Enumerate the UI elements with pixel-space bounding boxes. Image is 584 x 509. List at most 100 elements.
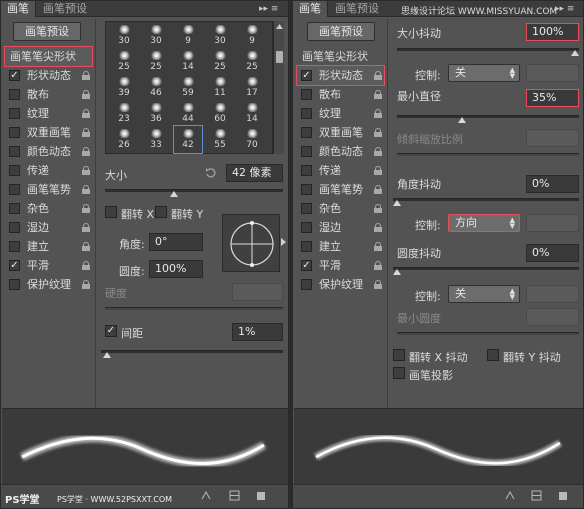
brush-tip-cell[interactable]: 60 (206, 100, 234, 127)
sidebar-item-3[interactable]: 纹理 (297, 104, 384, 123)
sidebar-item-10[interactable]: 建立 (5, 237, 92, 256)
brush-tip-cell[interactable]: 25 (110, 48, 138, 75)
sidebar-item-9[interactable]: 湿边 (297, 218, 384, 237)
option-checkbox[interactable] (301, 222, 312, 233)
angle-jitter-slider[interactable] (393, 198, 579, 206)
sidebar-item-7[interactable]: 画笔笔势 (5, 180, 92, 199)
sidebar-item-11[interactable]: ✓ 平滑 (297, 256, 384, 275)
reset-size-icon[interactable] (205, 167, 217, 179)
panel-menu-icon[interactable]: ▸▸ ≡ (259, 2, 278, 16)
grid-view-icon[interactable] (531, 490, 542, 501)
brush-tip-cell[interactable]: 9 (238, 22, 266, 49)
new-preset-icon[interactable] (557, 490, 568, 501)
option-checkbox[interactable] (9, 127, 20, 138)
sidebar-item-8[interactable]: 杂色 (5, 199, 92, 218)
sidebar-item-5[interactable]: 颜色动态 (297, 142, 384, 161)
lock-icon[interactable] (82, 261, 90, 270)
option-checkbox[interactable]: ✓ (301, 70, 312, 81)
option-checkbox[interactable] (301, 279, 312, 290)
sidebar-item-1[interactable]: ✓ 形状动态 (5, 66, 92, 85)
option-checkbox[interactable]: ✓ (9, 70, 20, 81)
flip-x-jitter-checkbox[interactable] (393, 349, 405, 361)
new-preset-icon[interactable] (255, 490, 266, 501)
sidebar-item-12[interactable]: 保护纹理 (297, 275, 384, 294)
roundness-field[interactable]: 100% (149, 260, 203, 278)
option-checkbox[interactable] (9, 184, 20, 195)
lock-icon[interactable] (82, 185, 90, 194)
control-select-3[interactable]: 关 ▲ ▼ (448, 285, 520, 303)
sidebar-item-7[interactable]: 画笔笔势 (297, 180, 384, 199)
sidebar-item-2[interactable]: 散布 (5, 85, 92, 104)
lock-icon[interactable] (374, 90, 382, 99)
control-select[interactable]: 关 ▲ ▼ (448, 64, 520, 82)
option-checkbox[interactable] (301, 203, 312, 214)
lock-icon[interactable] (82, 242, 90, 251)
flip-y-jitter-checkbox[interactable] (487, 349, 499, 361)
option-checkbox[interactable] (9, 279, 20, 290)
tab-brush-presets[interactable]: 画笔预设 (37, 1, 93, 17)
angle-dial-icon[interactable] (223, 215, 281, 273)
lock-icon[interactable] (82, 128, 90, 137)
brush-projection-checkbox[interactable] (393, 367, 405, 379)
brush-tip-cell[interactable]: 14 (174, 48, 202, 75)
brush-tip-cell[interactable]: 14 (238, 100, 266, 127)
spacing-slider[interactable] (101, 350, 283, 358)
lock-icon[interactable] (82, 90, 90, 99)
option-checkbox[interactable] (301, 165, 312, 176)
brush-presets-button[interactable]: 画笔预设 (13, 22, 81, 41)
brush-tip-cell[interactable]: 30 (206, 22, 234, 49)
brush-tip-cell[interactable]: 36 (142, 100, 170, 127)
option-checkbox[interactable] (9, 108, 20, 119)
sidebar-item-5[interactable]: 颜色动态 (5, 142, 92, 161)
option-checkbox[interactable]: ✓ (9, 260, 20, 271)
lock-icon[interactable] (82, 280, 90, 289)
lock-icon[interactable] (374, 185, 382, 194)
option-checkbox[interactable] (9, 89, 20, 100)
option-checkbox[interactable] (301, 127, 312, 138)
option-checkbox[interactable] (301, 108, 312, 119)
lock-icon[interactable] (374, 242, 382, 251)
brush-tip-cell[interactable]: 30 (110, 22, 138, 49)
brush-tip-cell[interactable]: 25 (142, 48, 170, 75)
sidebar-item-1[interactable]: ✓ 形状动态 (296, 65, 385, 86)
sidebar-item-10[interactable]: 建立 (297, 237, 384, 256)
lock-icon[interactable] (82, 147, 90, 156)
toggle-live-tip-icon[interactable] (505, 490, 516, 501)
brush-tip-cell[interactable]: 9 (174, 22, 202, 49)
lock-icon[interactable] (82, 71, 90, 80)
lock-icon[interactable] (374, 166, 382, 175)
lock-icon[interactable] (374, 223, 382, 232)
min-diameter-field[interactable]: 35% (526, 89, 579, 107)
flip-y-checkbox[interactable] (155, 206, 167, 218)
brush-tip-cell[interactable]: 25 (238, 48, 266, 75)
option-checkbox[interactable] (301, 241, 312, 252)
tab-brush-presets[interactable]: 画笔预设 (329, 1, 385, 17)
size-jitter-field[interactable]: 100% (526, 23, 579, 41)
brush-tip-cell[interactable]: 55 (206, 126, 234, 153)
grid-scrollbar[interactable] (273, 21, 284, 154)
brush-tip-cell[interactable]: 44 (174, 100, 202, 127)
spacing-field[interactable]: 1% (232, 323, 283, 341)
tab-brush[interactable]: 画笔 (293, 1, 328, 17)
sidebar-item-0[interactable]: 画笔笔尖形状 (297, 47, 384, 66)
panel-menu-icon[interactable]: ▸▸ ≡ (555, 2, 574, 16)
brush-tip-cell[interactable]: 70 (238, 126, 266, 153)
sidebar-item-4[interactable]: 双重画笔 (5, 123, 92, 142)
brush-tip-cell[interactable]: 33 (142, 126, 170, 153)
scrollbar-thumb[interactable] (276, 51, 283, 63)
slider-knob[interactable] (393, 269, 401, 275)
option-checkbox[interactable] (301, 184, 312, 195)
brush-tip-cell[interactable]: 42 (173, 125, 203, 154)
lock-icon[interactable] (374, 128, 382, 137)
sidebar-item-6[interactable]: 传递 (297, 161, 384, 180)
control-select-2[interactable]: 方向 ▲ ▼ (448, 214, 520, 232)
brush-tip-cell[interactable]: 17 (238, 74, 266, 101)
sidebar-item-8[interactable]: 杂色 (297, 199, 384, 218)
option-checkbox[interactable] (9, 146, 20, 157)
sidebar-item-3[interactable]: 纹理 (5, 104, 92, 123)
size-jitter-slider[interactable] (397, 48, 579, 56)
option-checkbox[interactable] (301, 89, 312, 100)
roundness-jitter-field[interactable]: 0% (526, 244, 579, 262)
sidebar-item-12[interactable]: 保护纹理 (5, 275, 92, 294)
brush-tip-cell[interactable]: 46 (142, 74, 170, 101)
